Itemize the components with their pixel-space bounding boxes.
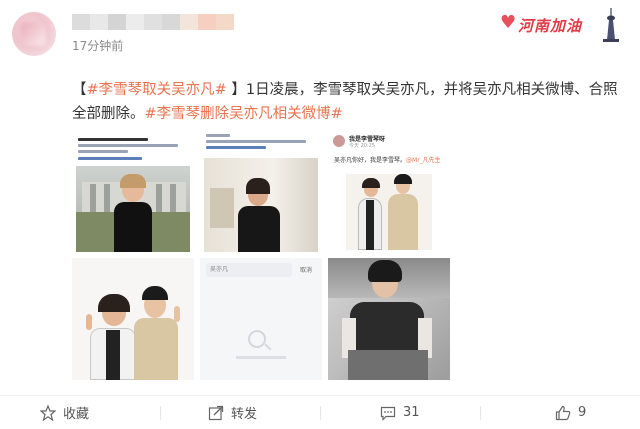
tower-icon <box>603 8 619 42</box>
image-repost-indoor[interactable] <box>200 130 322 252</box>
screenshot-cancel: 取消 <box>300 267 313 274</box>
favorite-label: 收藏 <box>63 407 90 422</box>
comment-icon <box>380 406 396 421</box>
image-search-empty[interactable]: 吴亦凡 取消 <box>200 258 322 380</box>
comment-count: 31 <box>403 405 420 420</box>
like-button[interactable]: 9 <box>555 396 586 429</box>
image-repost-campus[interactable] <box>72 130 194 252</box>
bracket-open: 【 <box>72 82 87 98</box>
screenshot-search-field: 吴亦凡 <box>206 263 292 277</box>
thumbs-up-icon <box>555 405 571 420</box>
favorite-button[interactable]: 收藏 <box>40 396 89 429</box>
repost-button[interactable]: 转发 <box>208 396 257 429</box>
share-icon <box>208 405 224 420</box>
badge-text: 河南加油 <box>518 17 583 35</box>
screenshot-time: 今天 20:25 <box>349 143 375 149</box>
star-icon <box>40 404 56 421</box>
separator <box>320 406 321 420</box>
screenshot-mention: @Mr_凡先生 <box>406 157 441 164</box>
search-icon <box>248 330 266 348</box>
screenshot-caption: 吴亦凡你好，我是李雪琴。 <box>334 157 407 164</box>
avatar[interactable] <box>12 12 56 56</box>
weibo-post-card: 17分钟前 ♥ 河南加油 【#李雪琴取关吴亦凡# 】1日凌晨，李雪琴取关吴亦凡，… <box>0 0 640 429</box>
hashtag-link[interactable]: #李雪琴删除吴亦凡相关微博# <box>145 106 343 122</box>
repost-label: 转发 <box>231 407 258 422</box>
hashtag-link[interactable]: #李雪琴取关吴亦凡# <box>87 82 227 98</box>
username-pixelated[interactable] <box>72 14 234 30</box>
footer-divider <box>0 395 640 396</box>
image-weibo-post-photo[interactable]: 我是李雪琴呀 今天 20:25 吴亦凡你好，我是李雪琴。@Mr_凡先生 <box>328 130 450 252</box>
like-count: 9 <box>578 405 587 420</box>
image-man-portrait[interactable] <box>328 258 450 380</box>
separator <box>160 406 161 420</box>
post-timestamp[interactable]: 17分钟前 <box>72 37 123 54</box>
image-two-people-peace-sign[interactable] <box>72 258 194 380</box>
heart-icon: ♥ <box>500 12 517 33</box>
separator <box>480 406 481 420</box>
henan-support-badge: ♥ 河南加油 <box>496 6 626 42</box>
post-text: 【#李雪琴取关吴亦凡# 】1日凌晨，李雪琴取关吴亦凡，并将吴亦凡相关微博、合照全… <box>72 78 628 126</box>
comment-button[interactable]: 31 <box>380 396 420 429</box>
